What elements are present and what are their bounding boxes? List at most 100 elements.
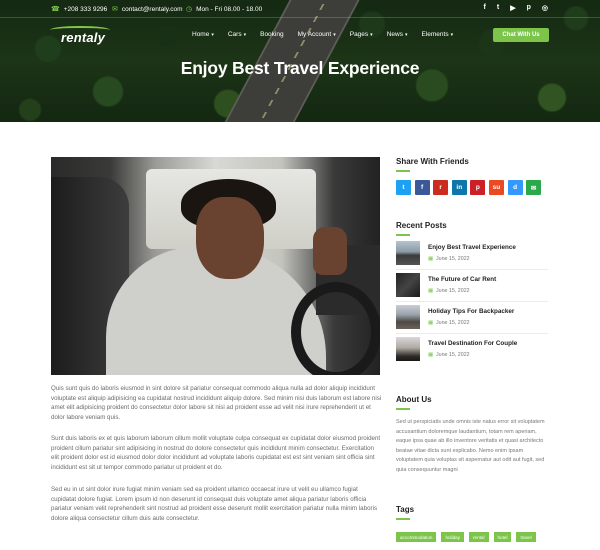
chevron-down-icon: ▾	[404, 32, 408, 38]
share-heading: Share With Friends	[396, 157, 469, 166]
instagram-icon[interactable]: ◎	[542, 4, 548, 12]
email-address: contact@rentaly.com	[121, 5, 183, 13]
page-title: Enjoy Best Travel Experience	[180, 58, 420, 78]
nav-item-label: News	[386, 31, 403, 38]
recent-post-item[interactable]: The Future of Car Rent ▦ June 15, 2022	[396, 273, 548, 301]
nav-item-label: Pages	[349, 31, 369, 38]
phone-icon: ☎	[51, 6, 60, 13]
heading-underline	[396, 234, 410, 236]
driver-face	[196, 197, 264, 279]
post-thumbnail[interactable]	[396, 273, 420, 297]
article-paragraph-3: Sed eu in ut sint dolor irure fugiat min…	[51, 486, 378, 522]
nav-item-news[interactable]: News ▾	[387, 31, 408, 38]
post-title[interactable]: Travel Destination For Couple	[428, 340, 517, 347]
post-date-text: June 15, 2022	[436, 288, 470, 294]
post-thumbnail[interactable]	[396, 305, 420, 329]
calendar-icon: ▦	[428, 320, 434, 326]
post-thumbnail[interactable]	[396, 241, 420, 265]
post-date: ▦ June 15, 2022	[428, 320, 470, 326]
reddit-icon[interactable]: r	[433, 180, 449, 195]
delicious-icon[interactable]: d	[507, 180, 523, 195]
heading-underline	[396, 170, 410, 172]
divider	[396, 333, 548, 334]
email-icon[interactable]: ✉	[526, 180, 542, 195]
social-links: f t ▶ p ◎	[484, 4, 548, 12]
thumbs-up-hand	[313, 227, 347, 275]
tag-item[interactable]: rental	[469, 532, 489, 542]
page-header-hero: ☎ +208 333 9296 ✉ contact@rentaly.com ◷ …	[0, 0, 600, 122]
pinterest-icon[interactable]: p	[527, 4, 531, 12]
heading-underline	[396, 408, 410, 410]
tag-item[interactable]: holiday	[441, 532, 464, 542]
nav-item-label: My Account	[297, 31, 332, 38]
main-navigation: rentaly Home ▾ Cars ▾ Booking My Account ▾ …	[0, 26, 600, 46]
tag-item[interactable]: hotel	[493, 532, 512, 542]
tags-heading: Tags	[396, 505, 415, 514]
post-title[interactable]: Holiday Tips For Backpacker	[428, 308, 514, 315]
article-paragraph-1: Quis sunt quis do laboris eiusmod in sin…	[51, 385, 382, 421]
post-date-text: June 15, 2022	[436, 256, 470, 262]
linkedin-icon[interactable]: in	[451, 180, 467, 195]
nav-item-home[interactable]: Home ▾	[192, 31, 214, 38]
calendar-icon: ▦	[428, 352, 434, 358]
twitter-icon[interactable]: t	[396, 180, 411, 195]
share-buttons: t f r in p su d ✉	[396, 180, 542, 195]
site-logo[interactable]: rentaly	[61, 30, 105, 45]
clock-icon: ◷	[186, 6, 193, 13]
nav-item-booking[interactable]: Booking	[260, 31, 284, 38]
envelope-icon: ✉	[112, 6, 118, 13]
chevron-down-icon: ▾	[333, 32, 336, 38]
nav-item-label: Cars	[227, 31, 242, 38]
about-us-heading: About Us	[396, 395, 432, 404]
steering-wheel	[291, 282, 380, 375]
nav-menu: Home ▾ Cars ▾ Booking My Account ▾ Pages ▾ N…	[192, 31, 453, 38]
article-featured-image	[51, 157, 380, 375]
email-info[interactable]: ✉ contact@rentaly.com	[112, 5, 183, 14]
nav-item-my-account[interactable]: My Account ▾	[298, 31, 336, 38]
stumbleupon-icon[interactable]: su	[488, 180, 504, 195]
phone-number: +208 333 9296	[63, 5, 108, 13]
top-info-bar: ☎ +208 333 9296 ✉ contact@rentaly.com ◷ …	[0, 0, 600, 18]
facebook-icon[interactable]: f	[484, 4, 486, 12]
divider	[396, 301, 548, 302]
post-date: ▦ June 15, 2022	[428, 288, 470, 294]
opening-hours: Mon - Fri 08.00 - 18.00	[196, 5, 263, 13]
post-title[interactable]: The Future of Car Rent	[428, 276, 496, 283]
post-thumbnail[interactable]	[396, 337, 420, 361]
hours-info: ◷ Mon - Fri 08.00 - 18.00	[186, 5, 263, 14]
divider	[396, 269, 548, 270]
post-date-text: June 15, 2022	[436, 352, 470, 358]
youtube-icon[interactable]: ▶	[510, 4, 515, 12]
chat-with-us-button[interactable]: Chat With Us	[493, 28, 549, 42]
tag-item[interactable]: accommodation	[396, 532, 437, 542]
about-us-text: Sed ut perspiciatis unde omnis iste natu…	[396, 419, 545, 473]
recent-post-item[interactable]: Enjoy Best Travel Experience ▦ June 15, 2…	[396, 241, 548, 269]
chevron-down-icon: ▾	[243, 32, 247, 38]
nav-item-label: Elements	[421, 31, 449, 38]
post-date: ▦ June 15, 2022	[428, 352, 470, 358]
nav-item-pages[interactable]: Pages ▾	[350, 31, 373, 38]
heading-underline	[396, 518, 410, 520]
chevron-down-icon: ▾	[370, 32, 373, 38]
nav-item-label: Home	[192, 31, 210, 38]
chevron-down-icon: ▾	[211, 32, 214, 38]
calendar-icon: ▦	[428, 288, 434, 294]
nav-item-elements[interactable]: Elements ▾	[421, 31, 453, 38]
nav-item-cars[interactable]: Cars ▾	[228, 31, 246, 38]
article-paragraph-2: Sunt duis laboris ex et quis laborum lab…	[51, 435, 381, 471]
recent-posts-heading: Recent Posts	[396, 221, 447, 230]
nav-item-label: Booking	[260, 31, 284, 38]
facebook-icon[interactable]: f	[414, 180, 430, 195]
pinterest-icon[interactable]: p	[470, 180, 486, 195]
recent-post-item[interactable]: Holiday Tips For Backpacker ▦ June 15, 20…	[396, 305, 548, 333]
post-title[interactable]: Enjoy Best Travel Experience	[428, 244, 516, 251]
tag-cloud: accommodation holiday rental hotel trave…	[396, 532, 548, 542]
tag-item[interactable]: travel	[516, 532, 536, 542]
chevron-down-icon: ▾	[450, 32, 454, 38]
phone-info[interactable]: ☎ +208 333 9296	[51, 5, 108, 14]
twitter-icon[interactable]: t	[497, 4, 499, 12]
post-date: ▦ June 15, 2022	[428, 256, 470, 262]
calendar-icon: ▦	[428, 256, 434, 262]
post-date-text: June 15, 2022	[436, 320, 470, 326]
recent-post-item[interactable]: Travel Destination For Couple ▦ June 15, …	[396, 337, 548, 365]
